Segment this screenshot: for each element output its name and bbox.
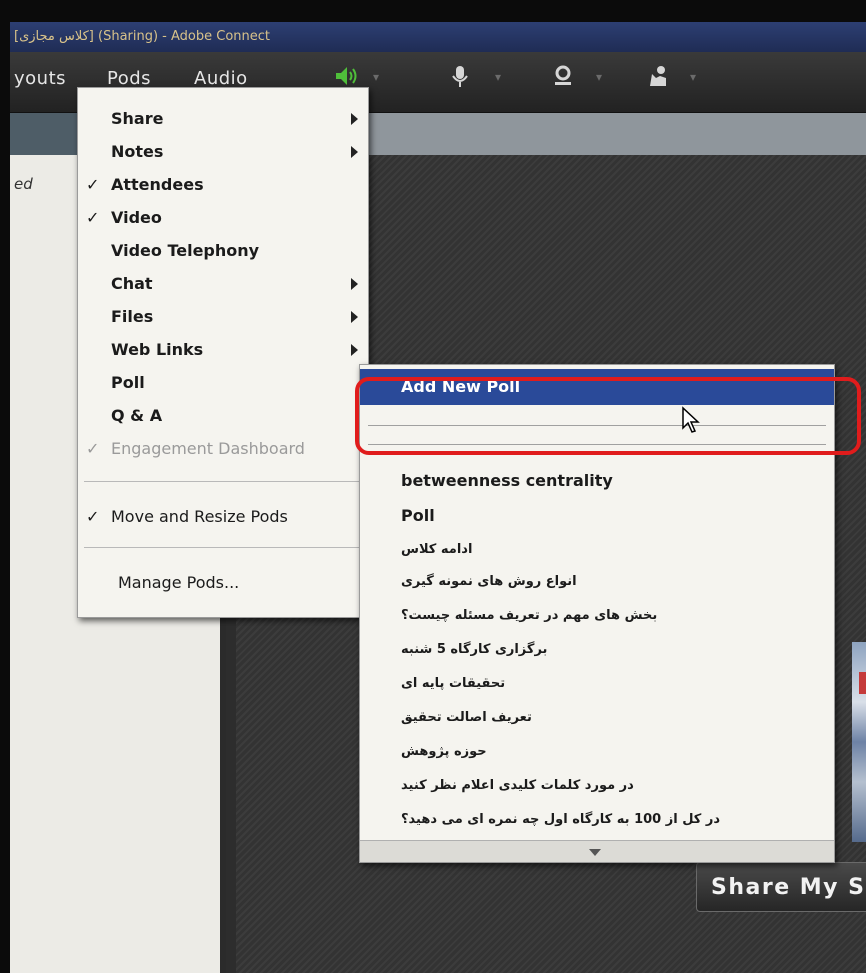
submenu-arrow-icon <box>351 344 358 356</box>
poll-list-item[interactable]: انواع روش های نمونه گیری <box>401 574 577 589</box>
poll-list-item[interactable]: تحقیقات پایه ای <box>401 676 505 691</box>
window-title: [کلاس مجازی] (Sharing) - Adobe Connect <box>10 22 866 52</box>
menu-item-label: Web Links <box>111 340 204 359</box>
scroll-down-arrow-icon[interactable] <box>589 849 601 856</box>
pods-menu-item-share[interactable]: Share <box>78 103 368 135</box>
menu-audio[interactable]: Audio <box>194 68 248 89</box>
poll-list-item[interactable]: در کل از 100 به کارگاه اول چه نمره ای می… <box>401 812 720 827</box>
menu-item-label: Share <box>111 109 164 128</box>
pods-menu-item-web-links[interactable]: Web Links <box>78 334 368 366</box>
checkmark-icon: ✓ <box>86 439 100 458</box>
poll-list-item[interactable]: حوزه پژوهش <box>401 744 487 759</box>
poll-list-item[interactable]: تعریف اصالت تحقیق <box>401 710 532 725</box>
chevron-down-icon[interactable]: ▾ <box>495 70 501 84</box>
pods-menu-item-chat[interactable]: Chat <box>78 268 368 300</box>
menu-item-label: Video Telephony <box>111 241 260 260</box>
pods-menu-item-notes[interactable]: Notes <box>78 136 368 168</box>
menu-divider <box>84 481 362 482</box>
submenu-arrow-icon <box>351 146 358 158</box>
menu-item-label: Video <box>111 208 162 227</box>
pod-text: ed <box>14 175 33 193</box>
pods-menu-item-engagement-dashboard: ✓ Engagement Dashboard <box>78 433 368 465</box>
pods-menu-item-files[interactable]: Files <box>78 301 368 333</box>
chevron-down-icon[interactable]: ▾ <box>690 70 696 84</box>
decorative-graphic <box>859 672 866 694</box>
menu-item-label: Chat <box>111 274 153 293</box>
menu-item-label: Poll <box>111 373 145 392</box>
submenu-arrow-icon <box>351 311 358 323</box>
poll-list-item[interactable]: بخش های مهم در تعریف مسئله چیست؟ <box>401 608 657 623</box>
menu-item-label: Engagement Dashboard <box>111 439 305 458</box>
pods-menu-item-manage-pods[interactable]: Manage Pods... <box>78 567 368 599</box>
pods-menu-item-poll[interactable]: Poll <box>78 367 368 399</box>
chevron-down-icon[interactable]: ▾ <box>596 70 602 84</box>
menu-item-label: Files <box>111 307 154 326</box>
webcam-icon[interactable] <box>551 64 575 88</box>
raise-hand-icon[interactable] <box>646 64 670 88</box>
chevron-down-icon[interactable]: ▾ <box>373 70 379 84</box>
poll-list-item[interactable]: betweenness centrality <box>401 471 613 490</box>
checkmark-icon: ✓ <box>86 507 100 526</box>
pods-menu-item-move-resize[interactable]: ✓ Move and Resize Pods <box>78 501 368 533</box>
scroll-down-bar[interactable] <box>360 840 834 862</box>
poll-list-item[interactable]: در مورد کلمات کلیدی اعلام نظر کنید <box>401 778 634 793</box>
poll-list-item[interactable]: Poll <box>401 506 435 525</box>
pods-menu-item-qa[interactable]: Q & A <box>78 400 368 432</box>
pods-menu-item-attendees[interactable]: ✓ Attendees <box>78 169 368 201</box>
menu-item-label: Manage Pods... <box>118 573 240 592</box>
checkmark-icon: ✓ <box>86 175 100 194</box>
pods-menu: Share Notes ✓ Attendees ✓ Video Video Te… <box>77 87 369 618</box>
pods-menu-item-video[interactable]: ✓ Video <box>78 202 368 234</box>
poll-list-item[interactable]: ادامه کلاس <box>401 542 472 557</box>
poll-list-item[interactable]: برگزاری کارگاه 5 شنبه <box>401 642 547 657</box>
menu-item-label: Q & A <box>111 406 163 425</box>
stage-header <box>368 113 866 155</box>
microphone-icon[interactable] <box>450 64 470 88</box>
menu-item-label: Attendees <box>111 175 204 194</box>
checkmark-icon: ✓ <box>86 208 100 227</box>
annotation-highlight-box <box>355 377 861 455</box>
menu-item-label: Notes <box>111 142 164 161</box>
menu-layouts[interactable]: youts <box>14 68 66 89</box>
pods-menu-item-video-telephony[interactable]: Video Telephony <box>78 235 368 267</box>
speaker-icon[interactable] <box>334 64 360 88</box>
menu-divider <box>84 547 362 548</box>
submenu-arrow-icon <box>351 278 358 290</box>
menu-item-label: Move and Resize Pods <box>111 507 288 526</box>
menu-pods[interactable]: Pods <box>107 68 151 89</box>
submenu-arrow-icon <box>351 113 358 125</box>
share-my-screen-button[interactable]: Share My S <box>696 862 866 912</box>
